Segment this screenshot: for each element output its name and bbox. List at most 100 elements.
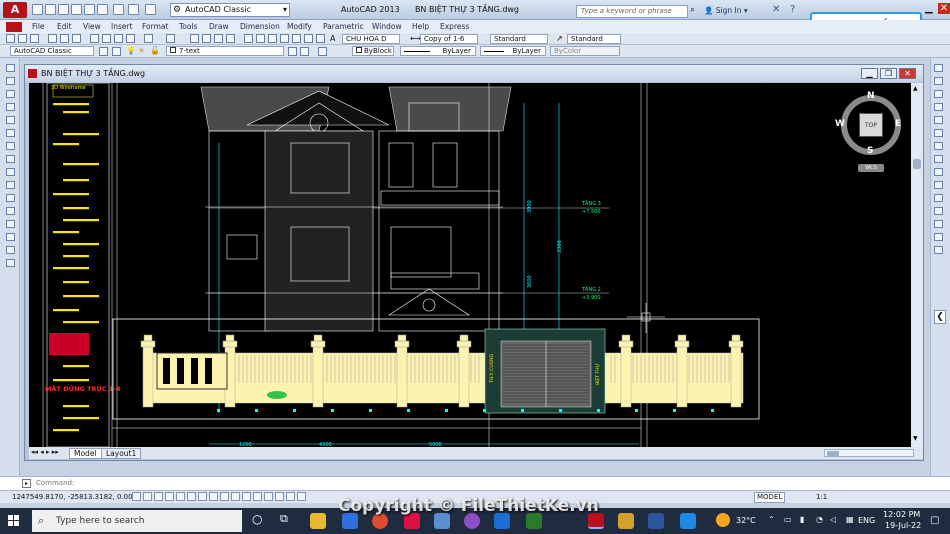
scroll-down-icon[interactable]: ▼: [913, 435, 921, 443]
sheet-set-icon[interactable]: [280, 34, 289, 43]
modify-tool-icon[interactable]: [934, 64, 943, 72]
model-button[interactable]: MODEL: [754, 492, 786, 503]
status-toggle-icon[interactable]: [187, 492, 196, 501]
modify-tool-icon[interactable]: [934, 129, 943, 137]
wcs-menu[interactable]: WCS: [858, 164, 884, 172]
ime-icon[interactable]: ▦: [846, 515, 854, 524]
draw-tool-icon[interactable]: [6, 142, 15, 150]
menu-express[interactable]: Express: [440, 22, 469, 31]
vertical-scrollbar[interactable]: ▲ ▼: [911, 83, 923, 447]
menu-dimension[interactable]: Dimension: [240, 22, 280, 31]
save-icon[interactable]: [30, 34, 39, 43]
minimize-drawing-button[interactable]: ▁: [861, 68, 878, 79]
properties-icon[interactable]: [244, 34, 253, 43]
layer-manager-icon[interactable]: [112, 47, 121, 56]
workspace-dropdown[interactable]: ⚙ AutoCAD Classic ▾: [170, 3, 290, 17]
draw-tool-icon[interactable]: [6, 246, 15, 254]
cut-icon[interactable]: [90, 34, 99, 43]
cloud-open-icon[interactable]: [84, 4, 95, 15]
draw-tool-icon[interactable]: [6, 259, 15, 267]
color-dropdown[interactable]: ByBlock: [352, 46, 394, 56]
compass-n[interactable]: N: [867, 91, 875, 101]
copy-icon[interactable]: [102, 34, 111, 43]
open-icon[interactable]: [45, 4, 56, 15]
chevron-up-icon[interactable]: ⌃: [768, 515, 775, 524]
compass-s[interactable]: S: [867, 146, 873, 156]
battery-icon[interactable]: ▮: [800, 515, 804, 524]
horizontal-scrollbar[interactable]: [824, 449, 914, 457]
modify-tool-icon[interactable]: [934, 168, 943, 176]
menu-edit[interactable]: Edit: [57, 22, 72, 31]
draw-tool-icon[interactable]: [6, 233, 15, 241]
modify-tool-icon[interactable]: [934, 90, 943, 98]
cloud-save-icon[interactable]: [97, 4, 108, 15]
status-toggle-icon[interactable]: [220, 492, 229, 501]
menu-format[interactable]: Format: [142, 22, 168, 31]
zoom-previous-icon[interactable]: [226, 34, 235, 43]
status-toggle-icon[interactable]: [275, 492, 284, 501]
design-center-icon[interactable]: [256, 34, 265, 43]
status-toggle-icon[interactable]: [231, 492, 240, 501]
h-scroll-thumb[interactable]: [827, 451, 839, 456]
tool-palettes-icon[interactable]: [268, 34, 277, 43]
notifications-icon[interactable]: ▢: [930, 515, 939, 526]
draw-tool-icon[interactable]: [6, 194, 15, 202]
menu-parametric[interactable]: Parametric: [323, 22, 364, 31]
status-toggle-icon[interactable]: [297, 492, 306, 501]
lineweight-dropdown[interactable]: ByLayer: [480, 46, 546, 56]
drawing-canvas[interactable]: MẶT ĐỨNG TRỤC 1-4 3900 3600 3300 1200 43…: [29, 83, 911, 447]
modify-tool-icon[interactable]: [934, 246, 943, 254]
open-icon[interactable]: [18, 34, 27, 43]
modify-tool-icon[interactable]: [934, 103, 943, 111]
zoom-window-icon[interactable]: [214, 34, 223, 43]
modify-tool-icon[interactable]: [934, 220, 943, 228]
tab-nav-icons[interactable]: ◂◂ ◂ ▸ ▸▸: [31, 448, 59, 456]
lock-icon[interactable]: 🔓: [150, 46, 160, 55]
multileader-style-dropdown[interactable]: Standard: [567, 34, 621, 44]
menu-tools[interactable]: Tools: [179, 22, 197, 31]
help-icon[interactable]: [316, 34, 325, 43]
draw-tool-icon[interactable]: [6, 155, 15, 163]
menu-draw[interactable]: Draw: [209, 22, 229, 31]
save-icon[interactable]: [58, 4, 69, 15]
application-menu-button[interactable]: A: [3, 2, 27, 18]
new-icon[interactable]: [6, 34, 15, 43]
exchange-icon[interactable]: ✕: [772, 4, 780, 15]
viewcube-top[interactable]: TOP: [859, 113, 883, 137]
zoom-realtime-icon[interactable]: [202, 34, 211, 43]
modify-tool-icon[interactable]: [934, 207, 943, 215]
linetype-dropdown[interactable]: ByLayer: [400, 46, 476, 56]
workspace-settings-icon[interactable]: [99, 47, 108, 56]
undo-icon[interactable]: [144, 34, 153, 43]
tab-layout1[interactable]: Layout1: [101, 448, 142, 459]
taskbar-search-input[interactable]: ⌕ Type here to search: [32, 510, 242, 532]
layer-dropdown[interactable]: 7-text: [166, 46, 284, 56]
draw-tool-icon[interactable]: [6, 64, 15, 72]
windows-start-icon[interactable]: [8, 515, 20, 527]
status-toggle-icon[interactable]: [209, 492, 218, 501]
chevron-left-icon[interactable]: ❮: [934, 310, 946, 324]
menu-file[interactable]: File: [32, 22, 45, 31]
restore-drawing-button[interactable]: ❐: [880, 68, 897, 79]
text-style-dropdown[interactable]: CHU HOA D: [342, 34, 400, 44]
modify-tool-icon[interactable]: [934, 181, 943, 189]
modify-tool-icon[interactable]: [934, 155, 943, 163]
annotation-scale[interactable]: 1:1: [816, 491, 827, 503]
workspace-combo[interactable]: AutoCAD Classic: [10, 46, 94, 56]
modify-tool-icon[interactable]: [934, 194, 943, 202]
status-toggle-icon[interactable]: [165, 492, 174, 501]
close-app-button[interactable]: ✕: [938, 3, 950, 14]
draw-tool-icon[interactable]: [6, 129, 15, 137]
draw-tool-icon[interactable]: [6, 207, 15, 215]
word-icon[interactable]: [648, 513, 664, 529]
task-view-icon[interactable]: ⧉: [280, 512, 288, 526]
paste-icon[interactable]: [114, 34, 123, 43]
modify-tool-icon[interactable]: [934, 77, 943, 85]
compass-e[interactable]: E: [895, 119, 901, 129]
publish-icon[interactable]: [72, 34, 81, 43]
undo-icon[interactable]: [128, 4, 139, 15]
cortana-icon[interactable]: ○: [252, 512, 262, 526]
sun-icon[interactable]: ☀: [138, 46, 145, 55]
layer-state-icon[interactable]: [318, 47, 327, 56]
dim-style-dropdown[interactable]: Copy of 1-6: [420, 34, 478, 44]
